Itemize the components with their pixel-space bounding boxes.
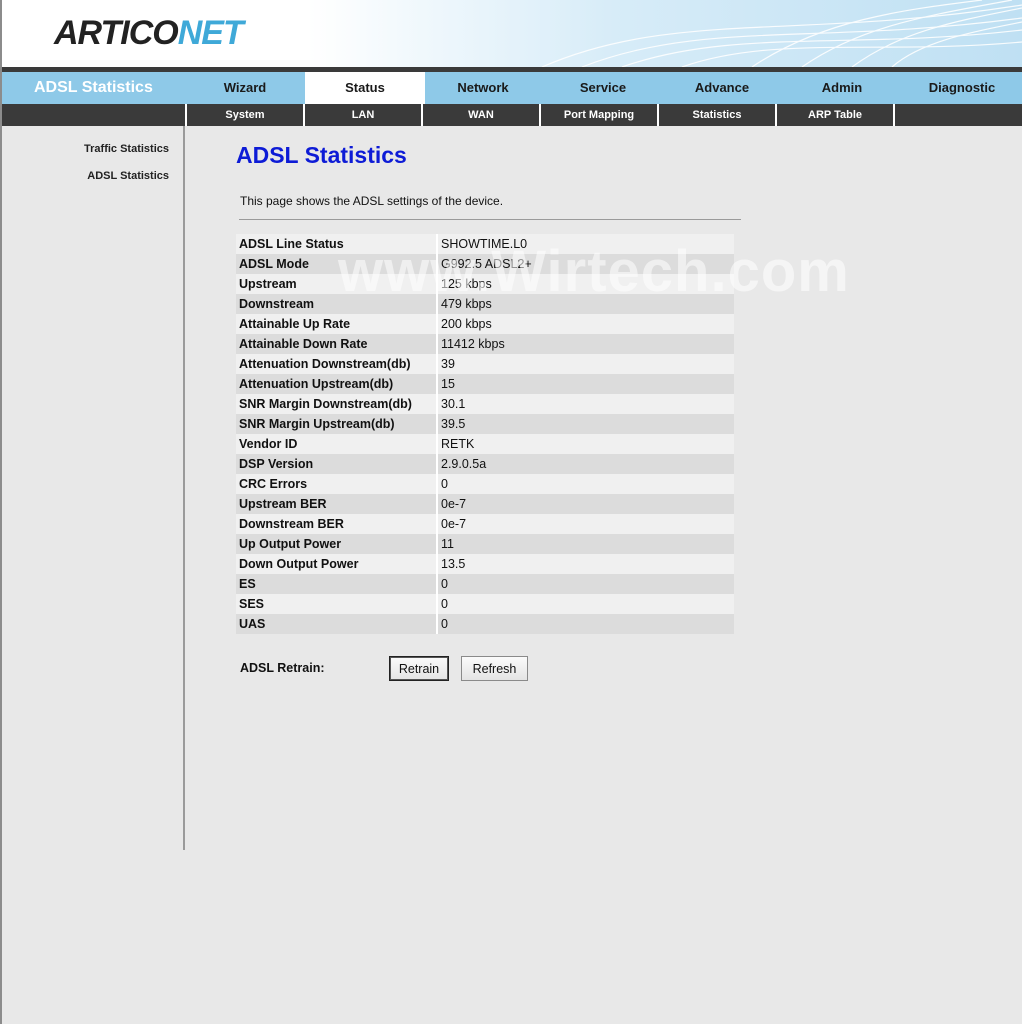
stat-label: ES [239, 577, 256, 591]
stat-label: Vendor ID [239, 437, 298, 451]
subnav-statistics[interactable]: Statistics [657, 104, 775, 126]
stat-label: Down Output Power [239, 557, 359, 571]
stat-label: CRC Errors [239, 477, 308, 491]
table-row: Downstream BER 0e-7 [236, 514, 734, 534]
stat-value: 0 [436, 574, 734, 594]
retrain-button[interactable]: Retrain [389, 656, 449, 681]
table-row: ADSL Mode G992.5 ADSL2+ [236, 254, 734, 274]
stat-value: 0e-7 [436, 514, 734, 534]
table-row: Vendor ID RETK [236, 434, 734, 454]
subnav-spacer [893, 104, 1022, 126]
logo-part2: NET [177, 14, 244, 52]
stat-label: Upstream [239, 277, 297, 291]
stat-value: 11 [436, 534, 734, 554]
table-row: Down Output Power 13.5 [236, 554, 734, 574]
table-row: Attainable Down Rate 11412 kbps [236, 334, 734, 354]
nav-admin[interactable]: Admin [782, 72, 902, 104]
stat-label: SNR Margin Downstream(db) [239, 397, 412, 411]
table-row: Attenuation Downstream(db) 39 [236, 354, 734, 374]
table-row: Up Output Power 11 [236, 534, 734, 554]
subnav-arp-table[interactable]: ARP Table [775, 104, 893, 126]
stat-value: 13.5 [436, 554, 734, 574]
stat-value: 200 kbps [436, 314, 734, 334]
header-banner: ARTICONET [2, 0, 1022, 67]
stat-label: UAS [239, 617, 266, 631]
page-title: ADSL Statistics [236, 142, 407, 168]
table-row: Upstream 125 kbps [236, 274, 734, 294]
subnav-port-mapping[interactable]: Port Mapping [539, 104, 657, 126]
stat-label: Attainable Down Rate [239, 337, 368, 351]
articonet-logo: ARTICONET [54, 14, 244, 53]
sidebar: Traffic Statistics ADSL Statistics [2, 126, 185, 850]
nav-diagnostic[interactable]: Diagnostic [902, 72, 1022, 104]
stat-value: 11412 kbps [436, 334, 734, 354]
table-row: SES 0 [236, 594, 734, 614]
stat-label: ADSL Mode [239, 257, 309, 271]
page-description: This page shows the ADSL settings of the… [240, 194, 504, 208]
stat-value: 0e-7 [436, 494, 734, 514]
stat-value: 0 [436, 594, 734, 614]
nav-advance[interactable]: Advance [662, 72, 782, 104]
stat-value: 125 kbps [436, 274, 734, 294]
stat-label: Attenuation Upstream(db) [239, 377, 394, 391]
table-row: Downstream 479 kbps [236, 294, 734, 314]
nav-service[interactable]: Service [543, 72, 663, 104]
stat-label: Up Output Power [239, 537, 342, 551]
table-row: ADSL Line Status SHOWTIME.L0 [236, 234, 734, 254]
table-row: Upstream BER 0e-7 [236, 494, 734, 514]
stat-value: RETK [436, 434, 734, 454]
stat-value: 39 [436, 354, 734, 374]
subnav-lan[interactable]: LAN [303, 104, 421, 126]
table-row: Attenuation Upstream(db) 15 [236, 374, 734, 394]
stat-value: 2.9.0.5a [436, 454, 734, 474]
refresh-button[interactable]: Refresh [461, 656, 528, 681]
table-row: CRC Errors 0 [236, 474, 734, 494]
stat-value: 30.1 [436, 394, 734, 414]
subnav-system[interactable]: System [185, 104, 303, 126]
stat-label: Upstream BER [239, 497, 327, 511]
sidebar-item-traffic-statistics[interactable]: Traffic Statistics [84, 143, 169, 155]
stat-value: 0 [436, 614, 734, 634]
adsl-stats-table: ADSL Line Status SHOWTIME.L0 ADSL Mode G992… [236, 234, 734, 634]
table-row: UAS 0 [236, 614, 734, 634]
stat-label: SNR Margin Upstream(db) [239, 417, 395, 431]
stat-label: Downstream BER [239, 517, 344, 531]
stat-label: SES [239, 597, 265, 611]
nav-status[interactable]: Status [305, 72, 425, 104]
table-row: DSP Version 2.9.0.5a [236, 454, 734, 474]
table-row: Attainable Up Rate 200 kbps [236, 314, 734, 334]
nav-wizard[interactable]: Wizard [185, 72, 305, 104]
main-nav: ADSL Statistics Wizard Status Network Se… [2, 72, 1022, 104]
stat-label: Attenuation Downstream(db) [239, 357, 411, 371]
sidebar-item-adsl-statistics[interactable]: ADSL Statistics [87, 170, 169, 182]
table-row: SNR Margin Downstream(db) 30.1 [236, 394, 734, 414]
table-row: SNR Margin Upstream(db) 39.5 [236, 414, 734, 434]
logo-part1: ARTICO [54, 14, 179, 52]
subnav-wan[interactable]: WAN [421, 104, 539, 126]
banner-wave-graphic [541, 0, 1022, 67]
stat-value: 479 kbps [436, 294, 734, 314]
sub-nav: System LAN WAN Port Mapping Statistics A… [2, 104, 1022, 126]
stat-value: SHOWTIME.L0 [436, 234, 734, 254]
stat-label: Attainable Up Rate [239, 317, 351, 331]
nav-network[interactable]: Network [423, 72, 543, 104]
stat-value: 39.5 [436, 414, 734, 434]
stat-value: 15 [436, 374, 734, 394]
stat-value: 0 [436, 474, 734, 494]
nav-title: ADSL Statistics [34, 79, 153, 96]
stat-value: G992.5 ADSL2+ [436, 254, 734, 274]
stat-label: Downstream [239, 297, 315, 311]
stat-label: ADSL Line Status [239, 237, 344, 251]
content-divider [239, 219, 741, 220]
adsl-retrain-label: ADSL Retrain: [240, 661, 325, 675]
table-row: ES 0 [236, 574, 734, 594]
stat-label: DSP Version [239, 457, 314, 471]
